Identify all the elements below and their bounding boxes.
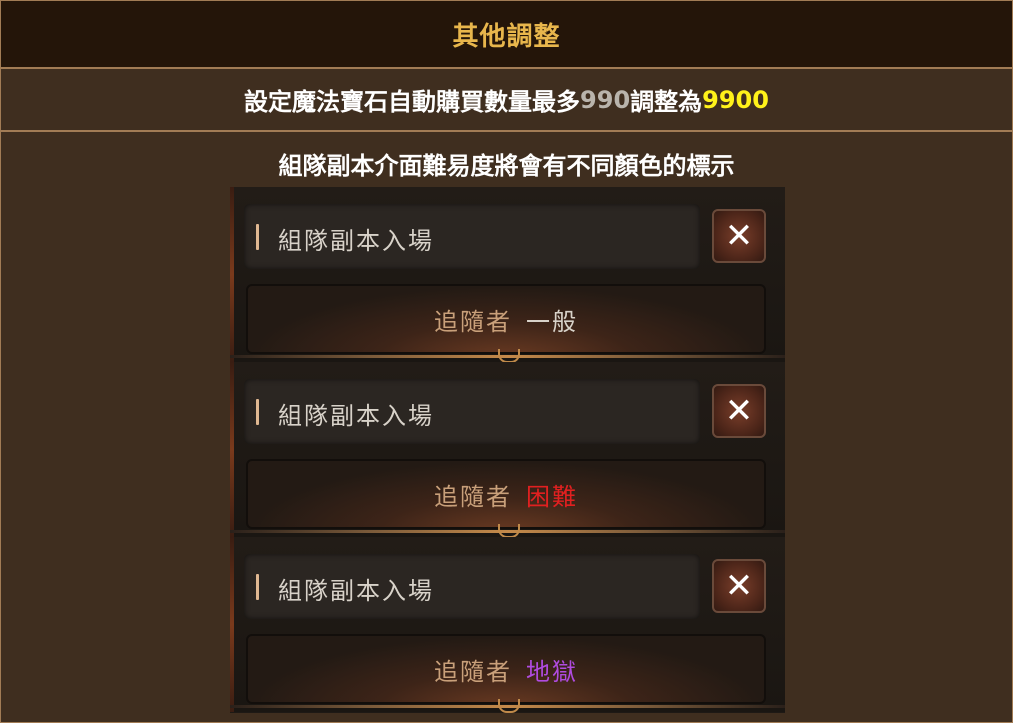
panel-header: 組隊副本入場 — [244, 554, 700, 619]
follower-mode-button[interactable]: 追隨者 一般 — [246, 284, 766, 354]
panel-header: 組隊副本入場 — [244, 204, 700, 269]
gem-purchase-note: 設定魔法寶石自動購買數量最多 990 調整為 9900 — [1, 69, 1012, 132]
ornament-icon — [498, 699, 520, 713]
accent-bar — [256, 574, 259, 600]
difficulty-label: 地獄 — [526, 657, 578, 686]
follower-label: 追隨者 — [434, 482, 512, 511]
gem-note-middle: 調整為 — [630, 88, 703, 116]
follower-label: 追隨者 — [434, 657, 512, 686]
close-icon: ✕ — [724, 566, 754, 606]
follower-mode-button[interactable]: 追隨者 地獄 — [246, 634, 766, 704]
difficulty-label: 困難 — [526, 482, 578, 511]
difficulty-color-note: 組隊副本介面難易度將會有不同顏色的標示 — [278, 152, 735, 180]
ornament-icon — [498, 349, 520, 363]
panel-header: 組隊副本入場 — [244, 379, 700, 444]
close-button[interactable]: ✕ — [712, 559, 766, 613]
accent-bar — [256, 399, 259, 425]
section-title: 其他調整 — [452, 21, 561, 52]
panel-title: 組隊副本入場 — [278, 227, 434, 255]
ornament-icon — [498, 524, 520, 538]
follower-mode-button[interactable]: 追隨者 困難 — [246, 459, 766, 529]
panel-title: 組隊副本入場 — [278, 402, 434, 430]
section-header: 其他調整 — [1, 1, 1012, 69]
close-icon: ✕ — [724, 216, 754, 256]
accent-bar — [256, 224, 259, 250]
close-icon: ✕ — [724, 391, 754, 431]
difficulty-label: 一般 — [526, 307, 578, 336]
follower-label: 追隨者 — [434, 307, 512, 336]
old-max-value: 990 — [580, 85, 631, 114]
dungeon-panel-normal: 組隊副本入場 ✕ 追隨者 一般 — [230, 187, 785, 363]
close-button[interactable]: ✕ — [712, 384, 766, 438]
dungeon-panel-hell: 組隊副本入場 ✕ 追隨者 地獄 — [230, 537, 785, 713]
dungeon-panel-hard: 組隊副本入場 ✕ 追隨者 困難 — [230, 362, 785, 538]
panel-title: 組隊副本入場 — [278, 577, 434, 605]
new-max-value: 9900 — [702, 85, 769, 114]
adjustment-card: 其他調整 設定魔法寶石自動購買數量最多 990 調整為 9900 組隊副本介面難… — [0, 0, 1013, 723]
gem-note-prefix: 設定魔法寶石自動購買數量最多 — [244, 88, 581, 116]
game-screenshot: 組隊副本入場 ✕ 追隨者 一般 組隊副本入場 ✕ 追隨者 困難 組隊副本入場 ✕… — [230, 187, 785, 713]
close-button[interactable]: ✕ — [712, 209, 766, 263]
